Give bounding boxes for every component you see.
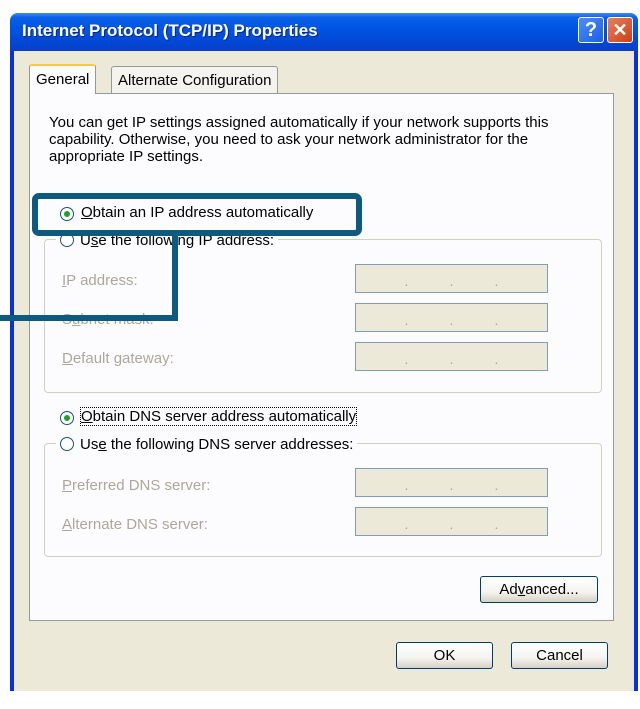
tab-general-label: General <box>36 71 90 88</box>
preferred-dns-label: Preferred DNS server: <box>62 477 211 494</box>
tab-alternate-configuration-label: Alternate Configuration <box>118 72 272 89</box>
dialog-client-area: General Alternate Configuration You can … <box>14 51 634 691</box>
tab-general[interactable]: General <box>29 64 97 94</box>
dns-server-group <box>44 443 602 557</box>
default-gateway-label: Default gateway: <box>62 350 174 367</box>
close-button[interactable]: ✕ <box>607 17 633 43</box>
obtain-dns-auto-radio[interactable] <box>60 411 74 425</box>
ip-address-field[interactable]: ... <box>355 264 548 293</box>
dialog-window: Internet Protocol (TCP/IP) Properties ? … <box>10 13 638 691</box>
advanced-button[interactable]: Ad v anced... <box>480 576 598 603</box>
window-title: Internet Protocol (TCP/IP) Properties <box>22 21 318 40</box>
use-following-dns-label[interactable]: Use the following DNS server addresses: <box>56 436 358 453</box>
intro-text: You can get IP settings assigned automat… <box>49 114 549 165</box>
ok-button[interactable]: OK <box>396 642 493 669</box>
obtain-dns-auto-label[interactable]: Obtain DNS server address automatically <box>79 407 358 426</box>
cancel-button[interactable]: Cancel <box>511 642 608 669</box>
ip-address-label: IP address: <box>62 272 138 289</box>
help-button[interactable]: ? <box>578 17 604 43</box>
use-following-dns-radio[interactable] <box>60 437 74 451</box>
alternate-dns-label: Alternate DNS server: <box>62 516 208 533</box>
preferred-dns-field[interactable]: ... <box>355 468 548 497</box>
callout-highlight-box <box>32 193 362 236</box>
help-icon: ? <box>584 19 598 41</box>
callout-connector-vertical <box>172 236 178 321</box>
alternate-dns-field[interactable]: ... <box>355 507 548 536</box>
callout-connector-horizontal <box>0 315 178 321</box>
close-icon: ✕ <box>612 20 628 40</box>
general-tab-panel: You can get IP settings assigned automat… <box>29 93 614 621</box>
title-bar[interactable]: Internet Protocol (TCP/IP) Properties ? … <box>10 13 638 51</box>
tab-alternate-configuration[interactable]: Alternate Configuration <box>111 66 279 94</box>
subnet-mask-field[interactable]: ... <box>355 303 548 332</box>
default-gateway-field[interactable]: ... <box>355 342 548 371</box>
